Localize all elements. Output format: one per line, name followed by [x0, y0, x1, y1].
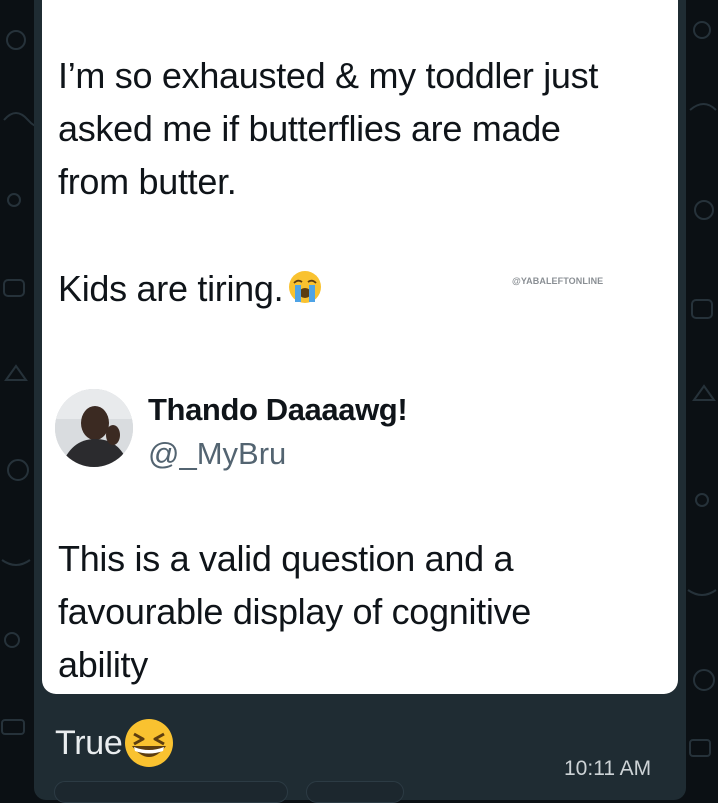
loudly-crying-face-emoji	[287, 266, 323, 303]
reaction-chip[interactable]	[306, 781, 404, 803]
message-timestamp: 10:11 AM	[564, 757, 652, 780]
message-caption-row: True	[55, 716, 176, 772]
tweet-screenshot-image[interactable]: I’m so exhausted & my toddler just asked…	[42, 0, 678, 694]
reply-tweet-text: This is a valid question and a favourabl…	[58, 538, 531, 685]
avatar[interactable]	[55, 389, 133, 467]
tweet-text-2-line: Kids are tiring.	[58, 262, 323, 315]
tweet-text: I’m so exhausted & my toddler just asked…	[58, 55, 599, 202]
reaction-chip[interactable]	[54, 781, 288, 803]
tweet-text-2: Kids are tiring.	[58, 268, 284, 309]
grinning-squinting-face-emoji	[122, 716, 176, 770]
message-caption: True	[55, 723, 123, 762]
display-name: Thando Daaaawg!	[148, 392, 408, 427]
user-handle: @_MyBru	[148, 436, 287, 471]
watermark: @YABALEFTONLINE	[512, 276, 604, 286]
